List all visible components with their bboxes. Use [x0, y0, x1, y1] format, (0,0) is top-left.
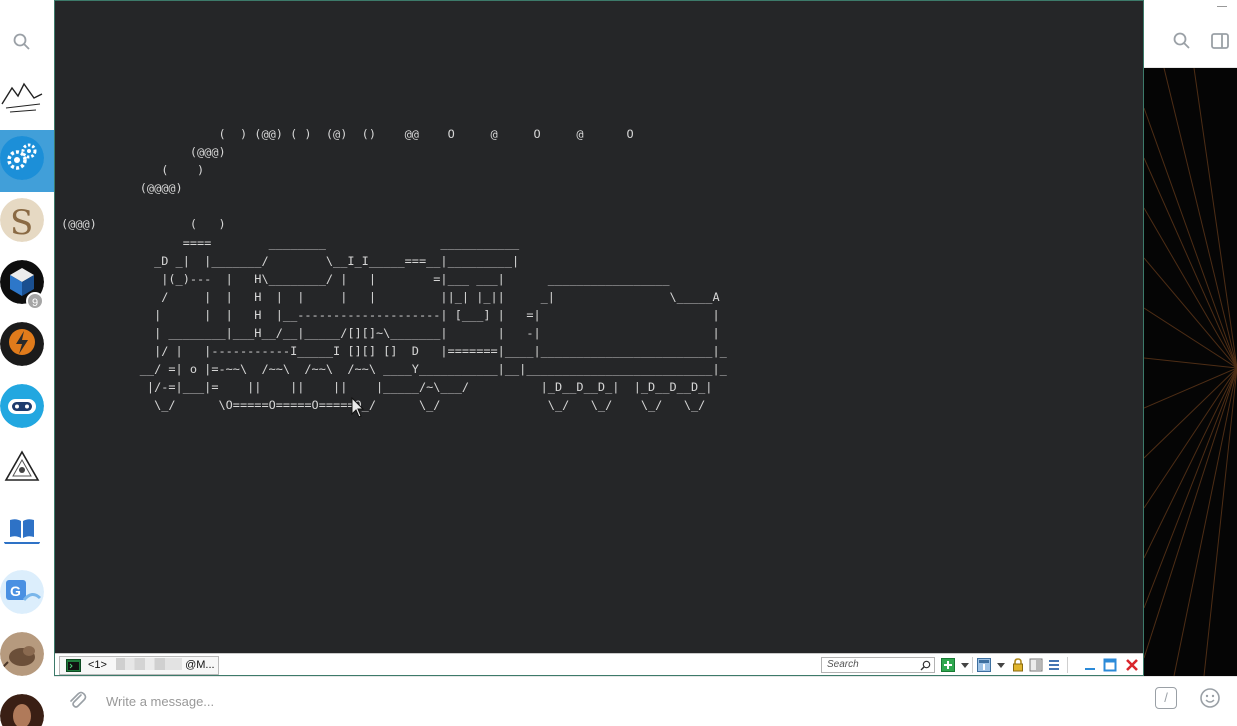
window-close-icon[interactable] — [1125, 658, 1139, 672]
toolbar-separator — [972, 657, 973, 673]
buffer-icon[interactable] — [1029, 658, 1043, 672]
portrait-avatar — [0, 694, 44, 726]
chat-header — [1144, 14, 1237, 68]
tab-number: <1> — [88, 659, 107, 671]
chat-item[interactable] — [0, 688, 54, 726]
new-console-dropdown-icon[interactable] — [961, 663, 969, 668]
snake-s-avatar: S — [0, 198, 44, 242]
search-icon[interactable] — [920, 660, 931, 671]
mountain-sketch-avatar — [0, 74, 44, 118]
chat-item[interactable] — [0, 68, 54, 130]
chat-item[interactable]: S — [0, 192, 54, 254]
console-list-dropdown-icon[interactable] — [997, 663, 1005, 668]
svg-text:S: S — [10, 203, 33, 242]
redacted-username — [116, 658, 183, 670]
chat-item[interactable] — [0, 440, 54, 502]
bot-command-button[interactable]: / — [1155, 687, 1177, 709]
book-avatar — [0, 508, 44, 552]
toolbar-separator — [1067, 657, 1068, 673]
window-maximize-icon[interactable] — [1103, 658, 1117, 672]
chat-wallpaper — [1144, 68, 1237, 676]
chat-item[interactable] — [0, 626, 54, 688]
message-composer: / — [54, 676, 1237, 726]
svg-text:G: G — [10, 583, 21, 599]
chat-view-edge — [1144, 14, 1237, 676]
mouse-cursor-icon — [351, 397, 365, 418]
terminal-search-input[interactable]: Search — [821, 657, 935, 673]
chat-item-active[interactable] — [0, 130, 54, 192]
chat-item[interactable] — [0, 378, 54, 440]
lock-icon[interactable] — [1011, 658, 1025, 672]
paperclip-icon[interactable] — [66, 689, 88, 711]
triangle-logo-avatar — [0, 446, 44, 490]
menu-icon[interactable] — [1047, 658, 1061, 672]
chat-item[interactable]: 9 — [0, 254, 54, 316]
unread-badge: 9 — [26, 292, 44, 310]
window-minimize-icon[interactable] — [1083, 658, 1097, 672]
new-console-icon[interactable] — [941, 658, 955, 672]
chat-item[interactable] — [0, 502, 54, 564]
console-icon — [66, 659, 81, 672]
tab-host-suffix: @M... — [185, 659, 215, 671]
console-list-icon[interactable] — [977, 658, 991, 672]
robot-avatar — [0, 384, 44, 428]
terminal-window[interactable]: ( ) (@@) ( ) (@) () @@ O @ O @ O (@@@) (… — [54, 0, 1144, 676]
console-tab[interactable]: <1> @M... — [59, 656, 219, 675]
gears-avatar — [0, 136, 44, 180]
chat-item[interactable]: G — [0, 564, 54, 626]
minimize-icon[interactable] — [1215, 0, 1229, 12]
chat-list: S 9 G — [0, 14, 54, 726]
search-icon[interactable] — [12, 32, 32, 52]
message-input[interactable] — [106, 689, 1006, 713]
google-ads-avatar: G — [0, 570, 44, 614]
lightning-avatar — [0, 322, 44, 366]
terminal-statusbar: <1> @M... Search — [55, 653, 1143, 675]
emoji-icon[interactable] — [1199, 687, 1221, 709]
steam-locomotive-ascii: ( ) (@@) ( ) (@) () @@ O @ O @ O (@@@) (… — [61, 127, 727, 413]
bird-photo-avatar — [0, 632, 44, 676]
sidebar-toggle-icon[interactable] — [1210, 31, 1230, 51]
search-icon[interactable] — [1172, 31, 1192, 51]
terminal-screen[interactable]: ( ) (@@) ( ) (@) () @@ O @ O @ O (@@@) (… — [55, 1, 1143, 653]
chat-item[interactable] — [0, 316, 54, 378]
